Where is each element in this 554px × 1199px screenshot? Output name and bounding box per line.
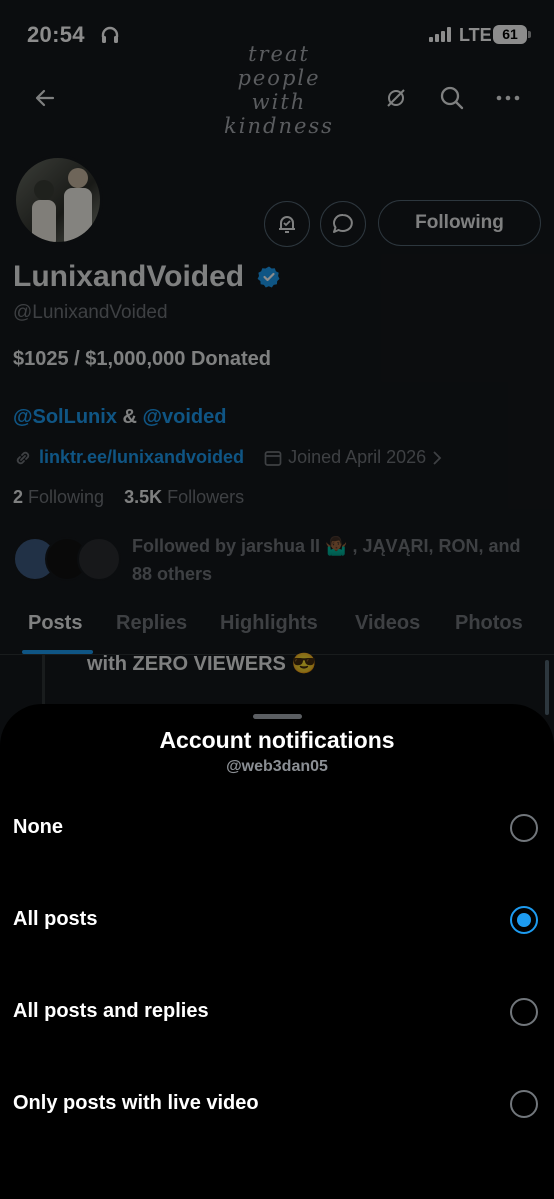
tab-highlights[interactable]: Highlights [220, 612, 318, 635]
sheet-subtitle: @web3dan05 [226, 758, 328, 775]
joined-date: Joined April 2026 [288, 447, 427, 467]
radio-button[interactable] [510, 998, 538, 1026]
chevron-right-icon[interactable] [432, 450, 442, 466]
back-button[interactable] [25, 78, 65, 118]
notifications-button[interactable] [264, 201, 310, 247]
mention-voided-link[interactable]: @voided [143, 406, 227, 428]
sheet-grabber[interactable] [253, 714, 302, 719]
profile-website-link[interactable]: linktr.ee/lunixandvoided [39, 447, 244, 468]
carrier-label: LTE [459, 25, 492, 45]
message-button[interactable] [320, 201, 366, 247]
radio-button[interactable] [510, 814, 538, 842]
search-button[interactable] [432, 78, 472, 118]
following-count-link[interactable]: 2 Following [13, 487, 104, 507]
option-label: All posts [13, 908, 98, 930]
option-none[interactable]: None [0, 788, 554, 868]
following-label: Following [28, 487, 105, 507]
headphones-icon [100, 25, 120, 50]
mention-sollunix-link[interactable]: @SolLunix [13, 406, 117, 428]
more-button[interactable] [488, 78, 528, 118]
tab-replies[interactable]: Replies [116, 612, 187, 635]
follower-avatar [77, 537, 121, 581]
banner-text: treat people with kindness [224, 42, 334, 138]
profile-tabs: Posts Replies Highlights Videos Photos [0, 600, 554, 655]
option-all-posts-and-replies[interactable]: All posts and replies [0, 972, 554, 1052]
radio-button[interactable] [510, 1090, 538, 1118]
battery-indicator: 61 [493, 25, 527, 44]
bio-mentions: @SolLunix & @voided [13, 406, 227, 429]
follow-counts: 2 Following 3.5K Followers [13, 487, 244, 508]
more-icon [496, 95, 520, 101]
bio: $1025 / $1,000,000 Donated [13, 348, 271, 370]
following-count: 2 [13, 487, 24, 507]
option-label: All posts and replies [13, 1000, 209, 1022]
notification-bell-icon [279, 216, 295, 233]
followed-by-text: Followed by jarshua II 🤷🏾‍♂️ , JĄVĄRI, R… [132, 536, 521, 584]
following-button[interactable]: Following [378, 200, 541, 246]
tab-photos[interactable]: Photos [455, 612, 523, 635]
account-notifications-sheet: Account notifications @web3dan05 None Al… [0, 704, 554, 1199]
radio-button[interactable] [510, 906, 538, 934]
profile-meta: linktr.ee/lunixandvoided Joined April 20… [13, 447, 442, 468]
tab-videos[interactable]: Videos [355, 612, 420, 635]
message-icon [333, 214, 353, 233]
scrollbar[interactable] [545, 660, 549, 715]
mute-button[interactable] [376, 78, 416, 118]
signal-icon [429, 27, 453, 47]
sheet-title: Account notifications [159, 727, 395, 753]
option-live-video[interactable]: Only posts with live video [0, 1064, 554, 1144]
option-label: Only posts with live video [13, 1092, 259, 1114]
followers-count: 3.5K [124, 487, 163, 507]
search-icon [440, 86, 464, 110]
status-time: 20:54 [27, 22, 85, 47]
calendar-icon [264, 449, 282, 467]
avatar[interactable] [13, 155, 103, 245]
display-name: LunixandVoided [13, 260, 245, 293]
mention-separator: & [122, 406, 137, 428]
back-arrow-icon [35, 89, 55, 107]
post-snippet[interactable]: with ZERO VIEWERS 😎 [87, 651, 316, 676]
option-label: None [13, 816, 63, 838]
link-icon [13, 448, 33, 468]
handle: @LunixandVoided [13, 302, 168, 323]
verified-icon [257, 265, 281, 294]
option-all-posts[interactable]: All posts [0, 880, 554, 960]
followers-label: Followers [167, 487, 245, 507]
active-tab-indicator [22, 650, 93, 654]
battery-cap [528, 31, 531, 38]
mute-icon [387, 89, 405, 107]
tab-posts[interactable]: Posts [28, 612, 82, 635]
followers-count-link[interactable]: 3.5K Followers [124, 487, 244, 507]
